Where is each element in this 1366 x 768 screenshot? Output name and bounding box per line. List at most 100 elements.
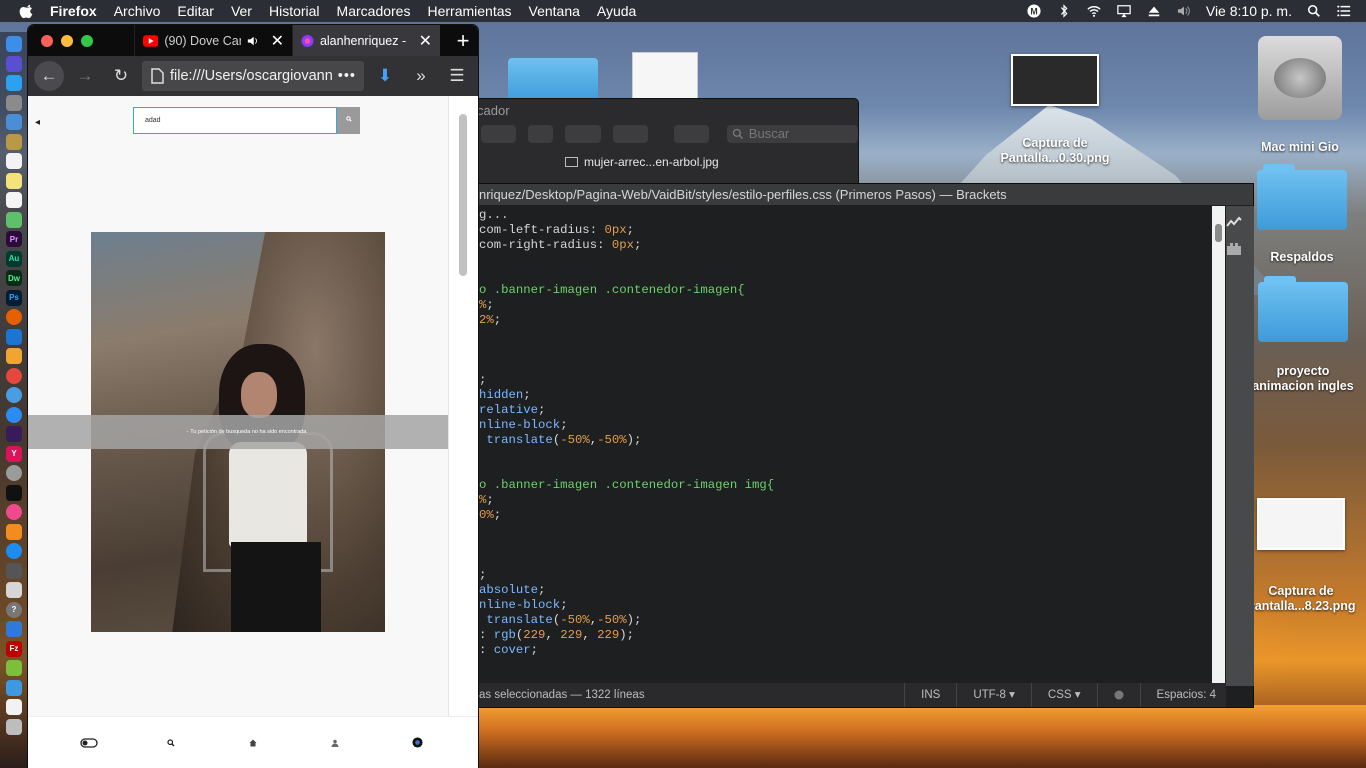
wifi-icon[interactable] [1086, 4, 1102, 18]
live-preview-icon[interactable] [1226, 216, 1242, 228]
calendar-icon[interactable] [6, 153, 22, 169]
desktop-folder-respaldos[interactable]: Respaldos [1252, 164, 1352, 265]
camera-icon[interactable] [6, 562, 22, 579]
books-icon[interactable] [6, 523, 22, 540]
volume-icon[interactable] [1176, 4, 1192, 18]
launchpad-icon[interactable] [6, 94, 22, 111]
forward-button[interactable]: → [70, 61, 100, 91]
menu-ayuda[interactable]: Ayuda [597, 3, 636, 19]
xcode-hammer-icon[interactable] [6, 621, 22, 637]
menu-historial[interactable]: Historial [269, 3, 320, 19]
ring-app-icon[interactable] [6, 465, 22, 481]
page-info-icon[interactable] [150, 68, 164, 84]
premiere-icon[interactable]: Pr [6, 231, 22, 247]
minimize-window-button[interactable] [61, 34, 73, 47]
linter-status[interactable] [1096, 683, 1140, 707]
messenger-icon[interactable] [6, 406, 22, 423]
preview-icon[interactable] [6, 114, 22, 130]
notification-center-icon[interactable] [1336, 4, 1352, 18]
android-icon[interactable] [6, 660, 22, 676]
close-window-button[interactable] [41, 34, 53, 47]
clock[interactable]: Vie 8:10 p. m. [1206, 3, 1292, 19]
chrome-icon[interactable] [6, 367, 22, 384]
m-app-icon[interactable]: M [1026, 4, 1042, 18]
quick-look-button[interactable] [612, 125, 648, 143]
trash-icon[interactable] [6, 718, 22, 735]
menu-ver[interactable]: Ver [231, 3, 252, 19]
terminal-icon[interactable] [6, 484, 22, 501]
close-tab-icon[interactable]: ✕ [419, 31, 432, 51]
desktop-file-screenshot-2[interactable]: Captura de Pantalla...8.23.png [1244, 498, 1358, 614]
reload-button[interactable]: ↻ [106, 61, 136, 91]
indent-setting[interactable]: Espacios: 4 [1139, 683, 1226, 707]
app-store-icon[interactable] [6, 543, 22, 559]
new-tab-button[interactable]: + [448, 28, 478, 54]
profile-icon[interactable] [326, 737, 344, 749]
bluetooth-icon[interactable] [1056, 4, 1072, 18]
airplay-icon[interactable] [1116, 4, 1132, 18]
scrollbar-thumb[interactable] [1215, 224, 1222, 242]
finder-file-row[interactable]: mujer-arrec...en-arbol.jpg [565, 155, 719, 169]
finder-search-input[interactable]: Buscar [726, 125, 859, 143]
extension-manager-icon[interactable] [1226, 243, 1242, 255]
itunes-icon[interactable] [6, 504, 22, 520]
back-arrow-icon[interactable]: ◂ [35, 117, 40, 128]
menu-herramientas[interactable]: Herramientas [427, 3, 511, 19]
menu-app-name[interactable]: Firefox [50, 3, 97, 19]
markup-menu-button[interactable] [673, 125, 709, 143]
menu-ventana[interactable]: Ventana [529, 3, 580, 19]
siri-icon[interactable] [6, 55, 22, 72]
eject-icon[interactable] [1146, 4, 1162, 18]
language-select[interactable]: CSS ▾ [1030, 683, 1097, 707]
desktop-folder-proyecto[interactable]: proyecto animacion ingles [1248, 276, 1358, 394]
desktop-file-screenshot-1[interactable]: Captura de Pantalla...0.30.png [990, 54, 1120, 166]
home-icon[interactable] [244, 737, 262, 749]
share-button[interactable] [528, 125, 554, 143]
tag-button[interactable] [565, 125, 601, 143]
vlc-icon[interactable] [6, 387, 22, 403]
disk-utility-icon[interactable] [6, 582, 22, 598]
audition-icon[interactable]: Au [6, 250, 22, 267]
safari-icon[interactable] [6, 75, 22, 91]
folder-icon[interactable] [6, 679, 22, 696]
search-button[interactable] [337, 107, 360, 134]
close-tab-icon[interactable]: ✕ [271, 31, 284, 51]
firefox-icon[interactable] [6, 309, 22, 325]
code-editor[interactable]: g... com-left-radius: 0px; com-right-rad… [479, 208, 1209, 683]
encoding-select[interactable]: UTF-8 ▾ [956, 683, 1031, 707]
menu-archivo[interactable]: Archivo [114, 3, 161, 19]
filezilla-icon[interactable]: Fz [6, 640, 22, 657]
overflow-menu-button[interactable]: » [406, 61, 436, 91]
help-icon[interactable]: ? [6, 601, 22, 618]
search-nav-icon[interactable] [162, 737, 180, 749]
menu-marcadores[interactable]: Marcadores [337, 3, 411, 19]
tab-alanhenriquez[interactable]: alanhenriquez - Va ✕ [292, 25, 440, 56]
toggle-switch-icon[interactable] [80, 737, 98, 749]
page-scrollbar-thumb[interactable] [459, 114, 467, 276]
hamburger-menu-icon[interactable]: ☰ [442, 61, 472, 91]
maps-icon[interactable] [6, 211, 22, 228]
notes-app-icon[interactable] [6, 133, 22, 150]
desktop-folder-partial[interactable] [508, 58, 598, 103]
menu-editar[interactable]: Editar [177, 3, 214, 19]
search-input[interactable]: adad [133, 107, 337, 134]
pages-icon[interactable] [6, 348, 22, 364]
address-bar[interactable]: file:///Users/oscargiovannil ••• [142, 61, 364, 91]
desktop-drive-mac-mini[interactable]: Mac mini Gio [1250, 36, 1350, 155]
page-actions-icon[interactable]: ••• [338, 68, 356, 84]
xcode-icon[interactable] [6, 328, 22, 345]
tab-youtube[interactable]: (90) Dove Cam ✕ [134, 25, 292, 56]
reminders-icon[interactable] [6, 192, 22, 208]
speaker-icon[interactable] [247, 35, 260, 47]
downloads-button[interactable]: ⬇ [370, 61, 400, 91]
dreamweaver-icon[interactable]: Dw [6, 270, 22, 286]
avatar[interactable] [408, 737, 426, 749]
back-button[interactable]: ← [34, 61, 64, 91]
y-app-icon[interactable]: Y [6, 445, 22, 462]
illustrator-draw-icon[interactable] [6, 426, 22, 442]
desktop-document-partial[interactable] [632, 52, 698, 100]
apple-icon[interactable] [18, 2, 36, 20]
spotlight-search-icon[interactable] [1306, 4, 1322, 18]
document-icon[interactable] [6, 699, 22, 715]
zoom-window-button[interactable] [81, 34, 93, 47]
